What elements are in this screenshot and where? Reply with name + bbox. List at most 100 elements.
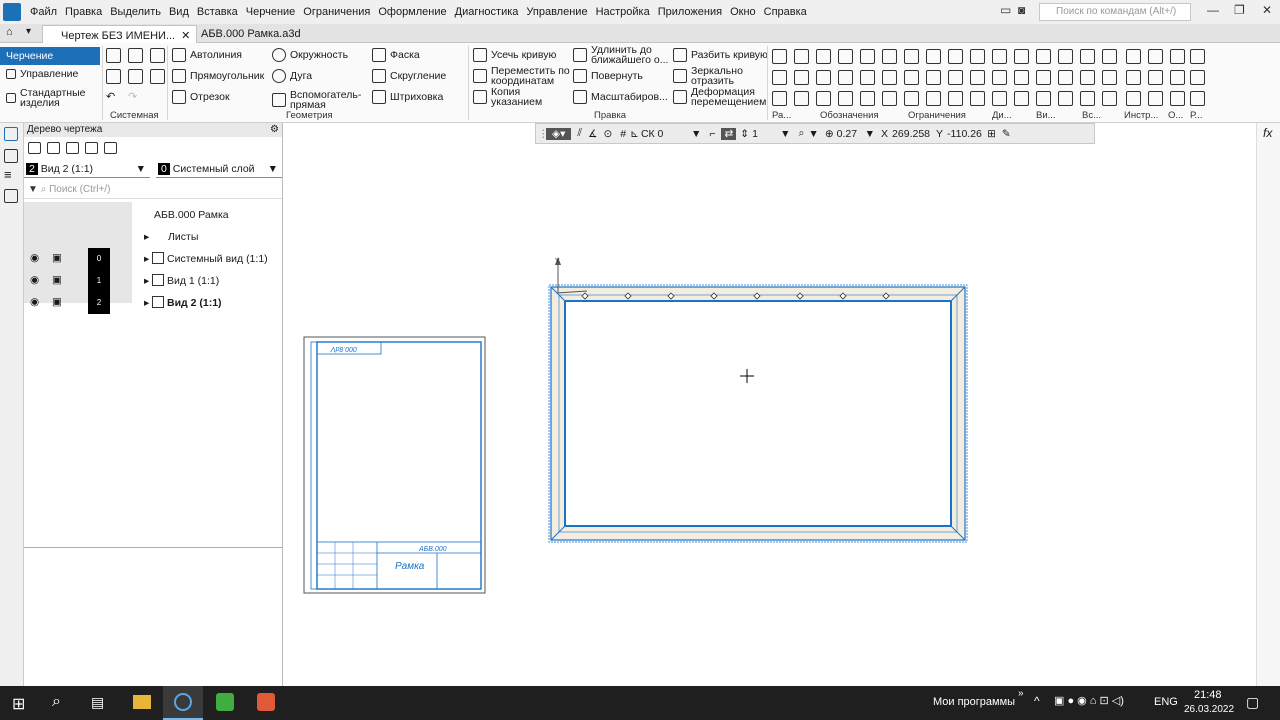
save-as-icon[interactable]	[150, 69, 165, 84]
tool-copy[interactable]: Копия указанием	[473, 87, 551, 107]
formula-icon[interactable]: fx	[1263, 126, 1272, 140]
tray-up-icon[interactable]: ^	[1034, 694, 1040, 708]
ribbon-tool-icon[interactable]	[970, 91, 985, 106]
visibility-eye-icon[interactable]: ◉	[30, 296, 39, 308]
menu-item-9[interactable]: Управление	[522, 6, 591, 18]
lock-icon[interactable]: ▣	[52, 274, 62, 286]
eyedropper-icon[interactable]: ✎	[1002, 128, 1011, 140]
chevron-right-icon[interactable]: »	[1018, 688, 1024, 699]
y-coordinate[interactable]: -110.26	[947, 128, 987, 140]
kompas-taskbar-icon[interactable]	[163, 686, 203, 720]
menu-item-4[interactable]: Вставка	[193, 6, 242, 18]
ribbon-tool-icon[interactable]	[1014, 49, 1029, 64]
angle-icon[interactable]: ∡	[588, 128, 597, 140]
tool-arc[interactable]: Дуга	[272, 69, 312, 83]
menu-item-13[interactable]: Справка	[760, 6, 811, 18]
menu-item-3[interactable]: Вид	[165, 6, 193, 18]
menu-item-2[interactable]: Выделить	[106, 6, 165, 18]
eraser-icon[interactable]	[66, 142, 79, 154]
ribbon-tool-icon[interactable]	[1190, 91, 1205, 106]
ribbon-tool-icon[interactable]	[948, 91, 963, 106]
ribbon-tool-icon[interactable]	[1148, 49, 1163, 64]
ribbon-tool-icon[interactable]	[1036, 49, 1051, 64]
layer-select[interactable]: 0 Системный слой ▼	[156, 161, 282, 178]
menu-item-5[interactable]: Черчение	[242, 6, 300, 18]
tree-view-row[interactable]: ◉ ▣ 0 ▸ Системный вид (1:1)	[24, 248, 282, 270]
menu-item-7[interactable]: Оформление	[374, 6, 450, 18]
redo-icon[interactable]: ↷	[128, 90, 143, 105]
ribbon-tool-icon[interactable]	[1170, 49, 1185, 64]
ribbon-tool-icon[interactable]	[904, 70, 919, 85]
variables-icon[interactable]	[4, 189, 18, 203]
ribbon-tool-icon[interactable]	[1126, 70, 1141, 85]
ribbon-tool-icon[interactable]	[1080, 70, 1095, 85]
visibility-eye-icon[interactable]: ◉	[30, 252, 39, 264]
ribbon-tool-icon[interactable]	[948, 70, 963, 85]
tool-chamfer[interactable]: Фаска	[372, 48, 420, 62]
frame-view[interactable]: Y	[548, 257, 968, 543]
tool-fillet[interactable]: Скругление	[372, 69, 446, 83]
ribbon-tool-icon[interactable]	[816, 91, 831, 106]
restore-button[interactable]: ❐	[1234, 3, 1245, 17]
ribbon-tool-icon[interactable]	[882, 91, 897, 106]
ribbon-tool-icon[interactable]	[794, 49, 809, 64]
clock-time[interactable]: 21:48	[1194, 689, 1222, 701]
ribbon-tool-icon[interactable]	[1170, 70, 1185, 85]
ribbon-tool-icon[interactable]	[772, 91, 787, 106]
ribbon-tool-icon[interactable]	[1014, 70, 1029, 85]
notifications-icon[interactable]: ▢	[1246, 694, 1259, 711]
export-icon[interactable]	[104, 142, 117, 154]
tool-circle[interactable]: Окружность	[272, 48, 348, 62]
x-coordinate[interactable]: 269.258	[892, 128, 936, 140]
lock-icon[interactable]: ▣	[52, 252, 62, 264]
ribbon-tool-icon[interactable]	[1102, 70, 1117, 85]
tool-hatch[interactable]: Штриховка	[372, 90, 443, 104]
lock-icon[interactable]: ▣	[52, 296, 62, 308]
menu-item-10[interactable]: Настройка	[592, 6, 654, 18]
ribbon-tool-icon[interactable]	[992, 49, 1007, 64]
ribbon-tool-icon[interactable]	[992, 91, 1007, 106]
grid-icon[interactable]: #	[620, 128, 626, 140]
ribbon-tool-icon[interactable]	[904, 91, 919, 106]
zoom-frame-icon[interactable]: ⌕	[799, 127, 805, 140]
ribbon-tool-icon[interactable]	[926, 49, 941, 64]
tabs-menu-icon[interactable]: ▾	[26, 26, 31, 37]
ortho-icon[interactable]: ⊙	[603, 128, 612, 140]
language-indicator[interactable]: ENG	[1154, 696, 1178, 708]
ribbon-tool-icon[interactable]	[794, 91, 809, 106]
tree-search[interactable]: ▼ ⌕ Поиск (Ctrl+/)	[24, 182, 282, 199]
ribbon-tool-icon[interactable]	[926, 91, 941, 106]
ribbon-tool-icon[interactable]	[860, 49, 875, 64]
task-view-icon[interactable]: ▤	[91, 694, 104, 711]
search-taskbar-icon[interactable]: ⌕	[52, 693, 61, 711]
ribbon-tool-icon[interactable]	[992, 70, 1007, 85]
zoom-icon[interactable]: ⊕	[825, 128, 834, 140]
ribbon-tool-icon[interactable]	[838, 49, 853, 64]
ribbon-tool-icon[interactable]	[926, 70, 941, 85]
ribbon-tool-icon[interactable]	[1190, 70, 1205, 85]
ribbon-tool-icon[interactable]	[1014, 91, 1029, 106]
ribbon-tool-icon[interactable]	[1126, 91, 1141, 106]
ribbon-tool-icon[interactable]	[1058, 70, 1073, 85]
tray-icons[interactable]: ▣ ● ◉ ⌂ ⊡ ◁)	[1054, 694, 1124, 707]
ribbon-tool-icon[interactable]	[1148, 91, 1163, 106]
properties-icon[interactable]	[4, 149, 18, 163]
step-input[interactable]: 1	[752, 128, 780, 140]
mode-drafting[interactable]: Черчение	[0, 47, 100, 65]
view-select[interactable]: 2 Вид 2 (1:1) ▼	[24, 161, 150, 178]
layers-icon[interactable]: ≡	[4, 168, 18, 183]
cs-select[interactable]: СК 0	[641, 128, 691, 140]
ribbon-tool-icon[interactable]	[948, 49, 963, 64]
preview-icon[interactable]	[128, 69, 143, 84]
tool-segment[interactable]: Отрезок	[172, 90, 230, 104]
ribbon-tool-icon[interactable]	[772, 49, 787, 64]
menu-item-6[interactable]: Ограничения	[299, 6, 374, 18]
tree-view-row[interactable]: ◉ ▣ 1 ▸ Вид 1 (1:1)	[24, 270, 282, 292]
ribbon-tool-icon[interactable]	[816, 70, 831, 85]
ribbon-tool-icon[interactable]	[838, 91, 853, 106]
ribbon-tool-icon[interactable]	[1036, 70, 1051, 85]
ribbon-tool-icon[interactable]	[970, 49, 985, 64]
tree-sheets-node[interactable]: ▸ Листы	[24, 226, 282, 248]
drawing-sheet[interactable]: АБВ.000 Рамка 000.8dV	[303, 336, 486, 594]
filter-icon[interactable]: ▼	[28, 184, 38, 195]
